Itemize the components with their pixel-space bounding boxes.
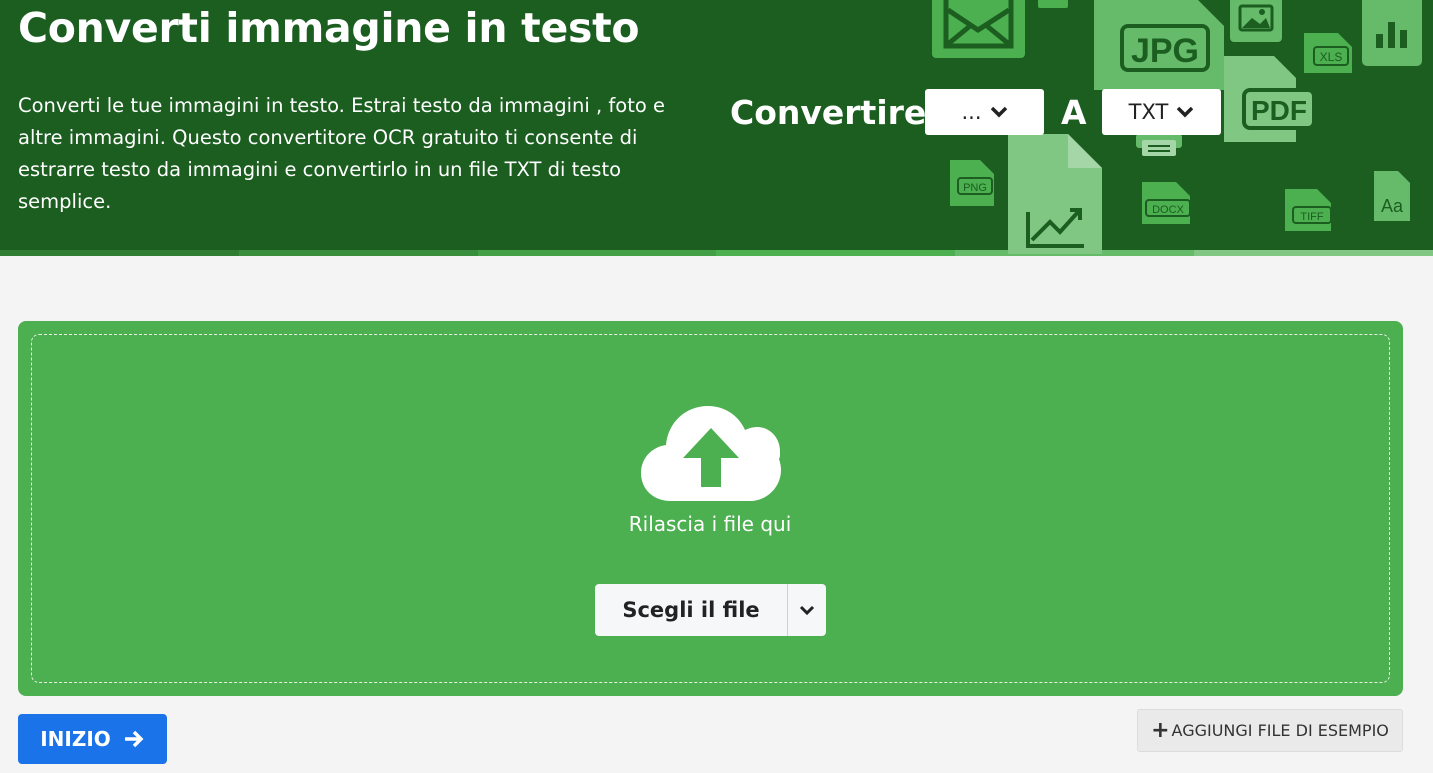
file-dropzone[interactable] [18, 321, 1403, 696]
hero-banner: JPG XLS PDF PNG DOCX TIFF Aa Converti im… [0, 0, 1433, 256]
svg-text:PNG: PNG [963, 182, 987, 194]
docx-file-icon: DOCX [1142, 182, 1191, 224]
cloud-upload-icon [641, 406, 781, 501]
svg-text:DOCX: DOCX [1152, 204, 1184, 216]
small-file-icon [1038, 0, 1068, 8]
image-file-icon [1230, 0, 1282, 42]
svg-text:JPG: JPG [1131, 32, 1199, 70]
tiff-file-icon: TIFF [1285, 189, 1332, 231]
pdf-file-icon: PDF [1224, 56, 1316, 142]
chevron-down-icon [1177, 106, 1194, 118]
chart-file-icon [1362, 0, 1422, 66]
svg-text:TIFF: TIFF [1300, 211, 1323, 223]
svg-text:Aa: Aa [1381, 196, 1404, 216]
hero-bottom-strip [0, 250, 1433, 256]
start-button-label: INIZIO [40, 727, 111, 751]
printer-icon [1136, 134, 1182, 156]
convert-label: Convertire [730, 93, 927, 132]
drop-files-text: Rilascia i file qui [628, 512, 792, 536]
to-label: A [1061, 93, 1087, 132]
start-button[interactable]: INIZIO [18, 714, 167, 764]
chevron-down-icon [990, 106, 1007, 118]
convert-from-value: ... [961, 100, 982, 124]
convert-from-select[interactable]: ... [925, 89, 1044, 135]
arrow-right-icon [124, 730, 144, 748]
convert-to-select[interactable]: TXT [1102, 89, 1221, 135]
page-description: Converti le tue immagini in testo. Estra… [18, 94, 665, 213]
svg-text:XLS: XLS [1320, 50, 1343, 64]
growth-file-icon [1008, 134, 1102, 254]
page-title: Converti immagine in testo [18, 4, 640, 52]
chevron-down-icon [799, 605, 815, 615]
convert-to-value: TXT [1128, 100, 1169, 124]
choose-file-source-dropdown[interactable] [788, 584, 826, 636]
choose-file-button[interactable]: Scegli il file [595, 584, 788, 636]
choose-file-group: Scegli il file [595, 584, 826, 636]
jpg-file-icon: JPG [1094, 0, 1224, 90]
png-file-icon: PNG [950, 160, 994, 206]
plus-icon: + [1151, 718, 1170, 743]
envelope-file-icon [932, 0, 1025, 58]
add-sample-file-label: AGGIUNGI FILE DI ESEMPIO [1171, 721, 1389, 740]
add-sample-file-button[interactable]: + AGGIUNGI FILE DI ESEMPIO [1137, 709, 1403, 752]
svg-text:PDF: PDF [1251, 95, 1307, 126]
font-file-icon: Aa [1374, 171, 1410, 221]
